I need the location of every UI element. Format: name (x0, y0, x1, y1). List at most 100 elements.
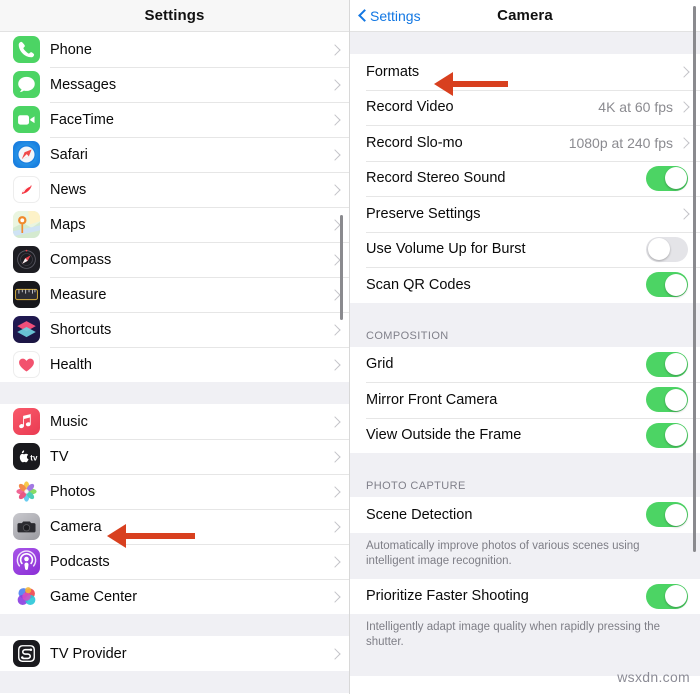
page-title: Settings (144, 7, 205, 24)
back-button-label: Settings (370, 7, 421, 24)
toggle-prioritize-faster-shooting[interactable] (646, 583, 688, 609)
sidebar-item-label: Photos (50, 483, 96, 500)
row-scene-detection[interactable]: Scene Detection (350, 497, 700, 533)
messages-app-icon (13, 71, 40, 98)
sidebar-item-news[interactable]: News (0, 172, 349, 207)
row-label: Mirror Front Camera (366, 391, 498, 408)
sidebar-item-label: Podcasts (50, 553, 110, 570)
sidebar-item-measure[interactable]: Measure (0, 277, 349, 312)
row-mirror-front-camera[interactable]: Mirror Front Camera (350, 382, 700, 418)
chevron-right-icon (331, 46, 339, 54)
svg-text:tv: tv (30, 453, 38, 462)
toggle-grid[interactable] (646, 351, 688, 377)
toggle-use-volume-up-for-burst[interactable] (646, 236, 688, 262)
facetime-app-icon (13, 106, 40, 133)
sidebar-item-tv[interactable]: tv TV (0, 439, 349, 474)
sidebar-item-phone[interactable]: Phone (0, 32, 349, 67)
row-preserve-settings[interactable]: Preserve Settings (350, 196, 700, 232)
chevron-right-icon (331, 116, 339, 124)
chevron-right-icon (331, 488, 339, 496)
settings-split-view: Settings Phone Messages FaceTime Safari … (0, 0, 700, 694)
sidebar-item-label: Music (50, 413, 88, 430)
watermark: wsxdn.com (617, 669, 690, 685)
sidebar-item-tv-provider[interactable]: TV Provider (0, 636, 349, 671)
row-record-stereo-sound[interactable]: Record Stereo Sound (350, 160, 700, 196)
row-label: Scene Detection (366, 506, 473, 523)
chevron-right-icon (331, 593, 339, 601)
back-button[interactable]: Settings (358, 8, 421, 24)
group-separator (0, 614, 349, 636)
row-label: Preserve Settings (366, 205, 481, 222)
row-scan-qr-codes[interactable]: Scan QR Codes (350, 267, 700, 303)
group-separator (0, 671, 349, 693)
toggle-mirror-front-camera[interactable] (646, 387, 688, 413)
chevron-right-icon (680, 139, 688, 147)
section-header-photo-capture: PHOTO CAPTURE (350, 476, 700, 497)
right-scrollbar-thumb[interactable] (693, 6, 696, 552)
sidebar-item-label: Maps (50, 216, 86, 233)
sidebar-item-label: Messages (50, 76, 117, 93)
toggle-scene-detection[interactable] (646, 502, 688, 528)
row-prioritize-faster-shooting[interactable]: Prioritize Faster Shooting (350, 578, 700, 614)
row-grid[interactable]: Grid (350, 346, 700, 382)
left-scroll-area[interactable]: Phone Messages FaceTime Safari News Maps… (0, 32, 349, 694)
sidebar-item-maps[interactable]: Maps (0, 207, 349, 242)
camera-settings-pane: Settings Camera Formats Record Video 4K … (350, 0, 700, 694)
tv-app-icon: tv (13, 443, 40, 470)
sidebar-item-messages[interactable]: Messages (0, 67, 349, 102)
sidebar-item-podcasts[interactable]: Podcasts (0, 544, 349, 579)
chevron-right-icon (331, 523, 339, 531)
settings-list-pane: Settings Phone Messages FaceTime Safari … (0, 0, 350, 694)
sidebar-item-camera[interactable]: Camera (0, 509, 349, 544)
sidebar-item-shortcuts[interactable]: Shortcuts (0, 312, 349, 347)
chevron-right-icon (680, 210, 688, 218)
sidebar-item-photos[interactable]: Photos (0, 474, 349, 509)
row-record-slo-mo[interactable]: Record Slo-mo 1080p at 240 fps (350, 125, 700, 161)
toggle-record-stereo-sound[interactable] (646, 165, 688, 191)
sidebar-item-compass[interactable]: Compass (0, 242, 349, 277)
sidebar-item-label: Compass (50, 251, 112, 268)
camera-group-faster-shooting: Prioritize Faster Shooting (350, 578, 700, 614)
row-formats[interactable]: Formats (350, 54, 700, 90)
section-spacer (350, 302, 700, 326)
chevron-right-icon (331, 221, 339, 229)
shortcuts-app-icon (13, 316, 40, 343)
sidebar-item-label: News (50, 181, 87, 198)
sidebar-item-safari[interactable]: Safari (0, 137, 349, 172)
sidebar-item-music[interactable]: Music (0, 404, 349, 439)
maps-app-icon (13, 211, 40, 238)
right-scroll-area[interactable]: Formats Record Video 4K at 60 fps Record… (350, 32, 700, 694)
phone-app-icon (13, 36, 40, 63)
row-view-outside-the-frame[interactable]: View Outside the Frame (350, 417, 700, 453)
row-record-video[interactable]: Record Video 4K at 60 fps (350, 89, 700, 125)
row-label: Prioritize Faster Shooting (366, 588, 529, 605)
toggle-scan-qr-codes[interactable] (646, 272, 688, 298)
chevron-right-icon (680, 68, 688, 76)
sidebar-item-label: TV (50, 448, 69, 465)
tv-provider-app-icon (13, 640, 40, 667)
settings-group-apps-1: Phone Messages FaceTime Safari News Maps… (0, 32, 349, 382)
footnote-prioritize-faster-shooting: Intelligently adapt image quality when r… (350, 614, 700, 676)
chevron-right-icon (331, 81, 339, 89)
chevron-right-icon (331, 291, 339, 299)
left-scrollbar-thumb[interactable] (340, 215, 343, 320)
sidebar-item-game-center[interactable]: Game Center (0, 579, 349, 614)
row-use-volume-up-for-burst[interactable]: Use Volume Up for Burst (350, 231, 700, 267)
chevron-right-icon (331, 151, 339, 159)
chevron-right-icon (331, 558, 339, 566)
sidebar-item-health[interactable]: Health (0, 347, 349, 382)
row-label: Record Video (366, 99, 454, 116)
row-label: Grid (366, 356, 394, 373)
toggle-view-outside-the-frame[interactable] (646, 422, 688, 448)
camera-app-icon (13, 513, 40, 540)
chevron-right-icon (331, 186, 339, 194)
section-header-composition: COMPOSITION (350, 325, 700, 347)
chevron-right-icon (331, 361, 339, 369)
sidebar-item-label: Safari (50, 146, 88, 163)
sidebar-item-facetime[interactable]: FaceTime (0, 102, 349, 137)
row-label: Scan QR Codes (366, 276, 471, 293)
sidebar-item-label: Phone (50, 41, 92, 58)
chevron-right-icon (331, 650, 339, 658)
camera-group-composition: Grid Mirror Front Camera View Outside th… (350, 346, 700, 453)
chevron-right-icon (680, 103, 688, 111)
